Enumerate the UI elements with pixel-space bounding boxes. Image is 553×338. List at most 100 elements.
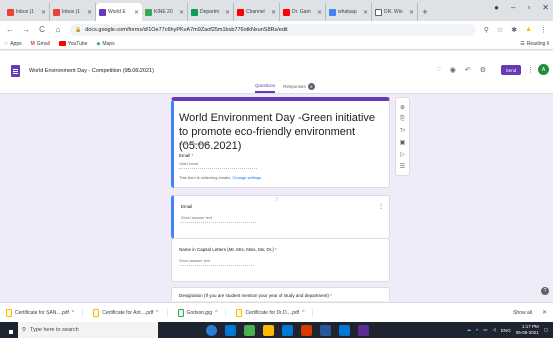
add-video-icon[interactable]: ▷	[400, 151, 405, 158]
folder-icon[interactable]: ▭	[126, 67, 132, 74]
store-icon[interactable]	[282, 324, 293, 336]
mail-icon[interactable]	[339, 324, 350, 336]
add-question-icon[interactable]: ⊕	[400, 104, 405, 111]
drive-extension-icon[interactable]: ▲	[525, 26, 532, 34]
maximize-button[interactable]: ▫	[527, 3, 530, 12]
browser-tab[interactable]: Departm ✕	[188, 3, 234, 21]
bookmark-youtube[interactable]: YouTube	[58, 41, 88, 47]
tab-questions[interactable]: Questions	[255, 83, 276, 93]
tab-close-icon[interactable]: ✕	[317, 9, 322, 16]
download-item[interactable]: Certificate for Ant....pdf ^	[93, 308, 168, 317]
avatar[interactable]: A	[538, 64, 549, 75]
bookmark-gmail[interactable]: M Gmail	[31, 41, 50, 47]
tab-close-icon[interactable]: ✕	[179, 9, 184, 16]
app-icon[interactable]	[358, 324, 369, 336]
bookmark-maps[interactable]: ◆ Maps	[97, 41, 115, 47]
chevron-up-icon[interactable]: ^	[302, 310, 304, 316]
download-item[interactable]: Certificate for SAN....pdf ^	[6, 308, 84, 317]
office-icon[interactable]	[301, 324, 312, 336]
battery-icon[interactable]: ▭	[483, 327, 487, 333]
back-icon[interactable]: ←	[6, 25, 14, 34]
chevron-up-icon[interactable]: ^	[156, 310, 158, 316]
language-indicator[interactable]: ENG	[501, 328, 511, 333]
extensions-icon[interactable]: ✱	[511, 26, 517, 34]
form-title[interactable]: World Environment Day -Green initiative …	[179, 111, 384, 153]
bookmark-star-icon[interactable]: ☆	[497, 26, 503, 34]
browser-tab[interactable]: World E ✕	[96, 3, 142, 21]
browser-tab[interactable]: Channel ✕	[234, 3, 280, 21]
download-item[interactable]: Godson.jpg ^	[177, 308, 227, 317]
add-image-icon[interactable]: ▣	[400, 139, 406, 146]
chrome-app-icon[interactable]	[244, 324, 255, 336]
tab-close-icon[interactable]: ✕	[363, 9, 368, 16]
reading-list[interactable]: ☰ Reading li	[520, 41, 549, 47]
preview-eye-icon[interactable]: ◉	[450, 66, 456, 74]
add-title-icon[interactable]: Tт	[400, 128, 405, 134]
volume-icon[interactable]: ◁	[492, 327, 495, 333]
download-item[interactable]: Certificate for Dr.D....pdf ^	[236, 308, 314, 317]
browser-tab[interactable]: Inbox (1 ✕	[4, 3, 50, 21]
tab-close-icon[interactable]: ✕	[409, 9, 414, 16]
bookmark-label: Maps	[102, 40, 115, 47]
more-options-icon[interactable]: ⋮	[527, 66, 534, 74]
question-more-icon[interactable]: ⋮	[378, 203, 384, 210]
import-questions-icon[interactable]: ⎘	[400, 116, 405, 123]
cortana-icon[interactable]	[206, 324, 217, 336]
show-all-downloads-link[interactable]: Show all	[513, 310, 532, 316]
palette-icon[interactable]: ◌	[437, 66, 441, 74]
zoom-icon[interactable]: ⚲	[484, 26, 489, 34]
undo-icon[interactable]: ↶	[465, 66, 471, 74]
bookmark-apps[interactable]: ⁙ Apps	[4, 41, 22, 47]
question-title[interactable]: Designation (If you are student mention …	[179, 293, 332, 298]
tab-close-icon[interactable]: ✕	[41, 9, 46, 16]
task-view-icon[interactable]	[225, 324, 236, 336]
question-card[interactable]: ⠿ Email Short answer text ⋮	[171, 195, 390, 239]
drag-handle-icon[interactable]: ⠿	[275, 197, 280, 203]
chevron-up-icon[interactable]: ^	[72, 310, 74, 316]
browser-tab[interactable]: Inbox (1 ✕	[50, 3, 96, 21]
browser-tab[interactable]: KINE 20 ✕	[142, 3, 188, 21]
address-bar[interactable]: 🔒 docs.google.com/forms/d/1Oe77c6hyPKvA7…	[70, 23, 476, 36]
tab-close-icon[interactable]: ✕	[134, 9, 139, 16]
tray-chevron-icon[interactable]: ^	[476, 328, 478, 333]
minimize-button[interactable]: –	[511, 3, 515, 12]
question-card[interactable]: Name in Capital Letters (Mr. Mrs, Miss, …	[171, 238, 390, 282]
notifications-icon[interactable]: ▢	[544, 327, 548, 333]
browser-tab[interactable]: Dr. Gam ✕	[280, 3, 326, 21]
taskbar-search[interactable]: ⚲ Type here to search	[18, 322, 158, 338]
settings-gear-icon[interactable]: ⚙	[480, 66, 486, 74]
form-title-card[interactable]: World Environment Day -Green initiative …	[171, 97, 390, 188]
forms-logo-icon[interactable]	[11, 65, 20, 77]
close-window-button[interactable]: ✕	[542, 3, 549, 12]
reload-icon[interactable]: C	[38, 25, 46, 34]
chevron-up-icon[interactable]: ^	[215, 310, 217, 316]
add-section-icon[interactable]: ☰	[400, 163, 405, 170]
url-text: docs.google.com/forms/d/1Oe77c6hyPKvA7m9…	[85, 26, 288, 33]
question-title[interactable]: Name in Capital Letters (Mr. Mrs, Miss, …	[179, 247, 277, 252]
tab-responses[interactable]: Responses 9	[283, 83, 315, 93]
question-card[interactable]: Designation (If you are student mention …	[171, 287, 390, 301]
close-downloads-icon[interactable]: ✕	[542, 309, 547, 316]
start-button[interactable]	[0, 322, 18, 338]
new-tab-button[interactable]: +	[418, 3, 432, 21]
clock[interactable]: 1:17 PM 05-06-2021	[516, 324, 539, 336]
tab-close-icon[interactable]: ✕	[225, 9, 230, 16]
forward-icon[interactable]: →	[22, 25, 30, 34]
change-settings-link[interactable]: Change settings	[232, 175, 261, 180]
star-icon[interactable]: ☆	[136, 67, 141, 74]
weather-icon[interactable]: ☁	[467, 327, 472, 333]
tab-close-icon[interactable]: ✕	[87, 9, 92, 16]
form-description-field[interactable]: Form description	[179, 141, 209, 146]
menu-icon[interactable]: ⋮	[540, 26, 547, 34]
question-title[interactable]: Email	[181, 204, 192, 209]
help-icon[interactable]: ?	[541, 287, 549, 295]
tab-close-icon[interactable]: ✕	[271, 9, 276, 16]
browser-tab[interactable]: DR. Win ✕	[372, 3, 418, 21]
file-explorer-icon[interactable]	[263, 324, 274, 336]
home-icon[interactable]: ⌂	[54, 25, 62, 34]
word-icon[interactable]	[320, 324, 331, 336]
send-button[interactable]: Send	[501, 65, 521, 75]
email-field[interactable]: Valid email	[179, 161, 257, 169]
browser-tab[interactable]: whatsap ✕	[326, 3, 372, 21]
profile-icon[interactable]: ●	[494, 3, 499, 12]
